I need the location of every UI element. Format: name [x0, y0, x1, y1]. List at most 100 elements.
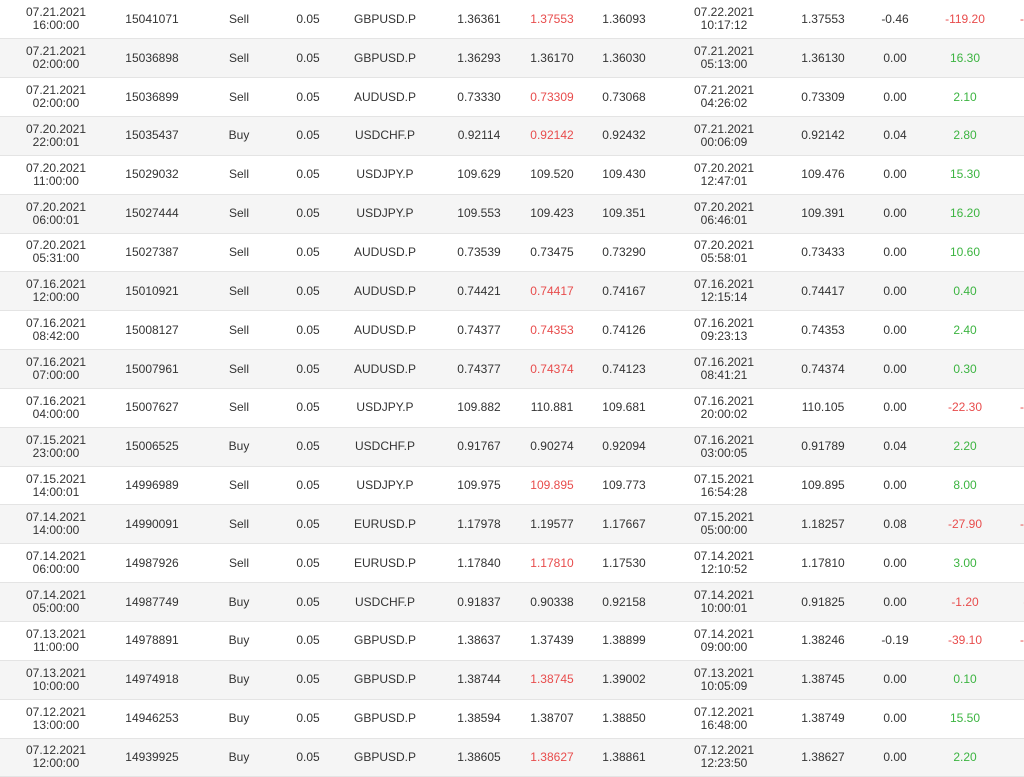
profit-cell: 3.64: [1000, 466, 1024, 506]
swap-cell: 0.08: [860, 504, 930, 545]
close-price-cell: 1.17810: [786, 543, 860, 584]
table-row[interactable]: 07.16.2021 08:42:00 15008127 Sell 0.05 AUDUSD…: [0, 310, 1024, 351]
pips-cell: 2.20: [930, 427, 1000, 467]
table-row[interactable]: 07.15.2021 14:00:01 14996989 Sell 0.05 USDJPY…: [0, 466, 1024, 506]
symbol-cell: USDCHF.P: [330, 582, 440, 622]
volume-cell: 0.05: [286, 271, 330, 312]
swap-cell: -0.19: [860, 621, 930, 661]
pips-cell: 2.10: [930, 77, 1000, 118]
open-price-cell: 0.91837: [440, 582, 518, 622]
open-time-cell: 07.13.2021 11:00:00: [0, 621, 112, 661]
type-cell: Buy: [192, 699, 286, 739]
volume-cell: 0.05: [286, 582, 330, 622]
time-text: 05:13:00: [700, 57, 748, 72]
profit-cell: 0.20: [1000, 271, 1024, 312]
trade-history-table: 07.21.2021 16:00:00 15041071 Sell 0.05 GBPUSD…: [0, 0, 1024, 777]
table-row[interactable]: 07.20.2021 05:31:00 15027387 Sell 0.05 AUDUSD…: [0, 233, 1024, 273]
date-text: 07.20.2021: [25, 121, 87, 136]
table-row[interactable]: 07.14.2021 06:00:00 14987926 Sell 0.05 EURUSD…: [0, 543, 1024, 584]
swap-cell: 0.00: [860, 77, 930, 118]
sl-cell: 1.38627: [518, 738, 586, 777]
table-row[interactable]: 07.20.2021 11:00:00 15029032 Sell 0.05 USDJPY…: [0, 155, 1024, 195]
time-text: 10:00:00: [32, 678, 80, 693]
sl-cell: 0.73309: [518, 77, 586, 118]
type-cell: Sell: [192, 194, 286, 234]
type-cell: Sell: [192, 155, 286, 195]
sl-cell: 0.74417: [518, 271, 586, 312]
volume-cell: 0.05: [286, 543, 330, 584]
date-text: 07.14.2021: [693, 626, 755, 641]
volume-cell: 0.05: [286, 233, 330, 273]
close-price-cell: 0.73433: [786, 233, 860, 273]
type-cell: Buy: [192, 582, 286, 622]
open-time-cell: 07.21.2021 16:00:00: [0, 0, 112, 40]
date-text: 07.20.2021: [25, 160, 87, 175]
time-text: 08:42:00: [32, 329, 80, 344]
pips-cell: 2.80: [930, 116, 1000, 156]
type-cell: Sell: [192, 504, 286, 545]
pips-cell: -119.20: [930, 0, 1000, 40]
table-row[interactable]: 07.20.2021 22:00:01 15035437 Buy 0.05 USDCHF.…: [0, 116, 1024, 156]
time-text: 16:48:00: [700, 717, 748, 732]
swap-cell: 0.00: [860, 349, 930, 389]
sl-cell: 0.74374: [518, 349, 586, 389]
close-price-cell: 1.38749: [786, 699, 860, 739]
symbol-cell: USDJPY.P: [330, 194, 440, 234]
profit-cell: 8.15: [1000, 38, 1024, 79]
swap-cell: 0.00: [860, 466, 930, 506]
time-text: 05:58:01: [700, 251, 748, 266]
ticket-cell: 14987926: [112, 543, 192, 584]
ticket-cell: 15008127: [112, 310, 192, 351]
time-text: 12:10:52: [700, 562, 748, 577]
table-row[interactable]: 07.21.2021 02:00:00 15036898 Sell 0.05 GBPUSD…: [0, 38, 1024, 79]
close-price-cell: 1.38246: [786, 621, 860, 661]
table-row[interactable]: 07.13.2021 10:00:00 14974918 Buy 0.05 GBPUSD.…: [0, 660, 1024, 700]
open-price-cell: 1.36293: [440, 38, 518, 79]
table-row[interactable]: 07.16.2021 07:00:00 15007961 Sell 0.05 AUDUSD…: [0, 349, 1024, 389]
symbol-cell: USDCHF.P: [330, 427, 440, 467]
date-text: 07.12.2021: [25, 704, 87, 719]
time-text: 04:00:00: [32, 406, 80, 421]
table-row[interactable]: 07.14.2021 14:00:00 14990091 Sell 0.05 EURUSD…: [0, 504, 1024, 545]
ticket-cell: 15010921: [112, 271, 192, 312]
table-row[interactable]: 07.12.2021 12:00:00 14939925 Buy 0.05 GBPUSD.…: [0, 738, 1024, 777]
time-text: 00:06:09: [700, 134, 748, 149]
volume-cell: 0.05: [286, 0, 330, 40]
close-time-cell: 07.21.2021 00:06:09: [662, 116, 786, 156]
table-row[interactable]: 07.12.2021 13:00:00 14946253 Buy 0.05 GBPUSD.…: [0, 699, 1024, 739]
pips-cell: -39.10: [930, 621, 1000, 661]
time-text: 11:00:00: [33, 639, 79, 654]
table-row[interactable]: 07.16.2021 04:00:00 15007627 Sell 0.05 USDJPY…: [0, 388, 1024, 428]
table-row[interactable]: 07.14.2021 05:00:00 14987749 Buy 0.05 USDCHF.…: [0, 582, 1024, 622]
open-price-cell: 1.38637: [440, 621, 518, 661]
open-time-cell: 07.16.2021 08:42:00: [0, 310, 112, 351]
date-text: 07.21.2021: [693, 121, 755, 136]
type-cell: Sell: [192, 271, 286, 312]
table-row[interactable]: 07.13.2021 11:00:00 14978891 Buy 0.05 GBPUSD.…: [0, 621, 1024, 661]
tp-cell: 0.92432: [586, 116, 662, 156]
type-cell: Buy: [192, 116, 286, 156]
tp-cell: 109.430: [586, 155, 662, 195]
time-text: 06:46:01: [700, 212, 748, 227]
sl-cell: 1.36170: [518, 38, 586, 79]
table-row[interactable]: 07.20.2021 06:00:01 15027444 Sell 0.05 USDJPY…: [0, 194, 1024, 234]
profit-cell: 7.75: [1000, 699, 1024, 739]
open-time-cell: 07.14.2021 14:00:00: [0, 504, 112, 545]
open-price-cell: 1.36361: [440, 0, 518, 40]
time-text: 03:00:05: [700, 445, 748, 460]
table-row[interactable]: 07.21.2021 02:00:00 15036899 Sell 0.05 AUDUSD…: [0, 77, 1024, 118]
open-time-cell: 07.21.2021 02:00:00: [0, 38, 112, 79]
table-row[interactable]: 07.21.2021 16:00:00 15041071 Sell 0.05 GBPUSD…: [0, 0, 1024, 40]
table-row[interactable]: 07.16.2021 12:00:00 15010921 Sell 0.05 AUDUSD…: [0, 271, 1024, 312]
open-price-cell: 0.74377: [440, 310, 518, 351]
swap-cell: -0.46: [860, 0, 930, 40]
sl-cell: 1.38707: [518, 699, 586, 739]
close-price-cell: 0.91825: [786, 582, 860, 622]
pips-cell: 16.30: [930, 38, 1000, 79]
symbol-cell: USDCHF.P: [330, 116, 440, 156]
profit-cell: 1.10: [1000, 738, 1024, 777]
time-text: 10:00:01: [700, 601, 748, 616]
table-row[interactable]: 07.15.2021 23:00:00 15006525 Buy 0.05 USDCHF.…: [0, 427, 1024, 467]
swap-cell: 0.00: [860, 738, 930, 777]
close-time-cell: 07.12.2021 16:48:00: [662, 699, 786, 739]
